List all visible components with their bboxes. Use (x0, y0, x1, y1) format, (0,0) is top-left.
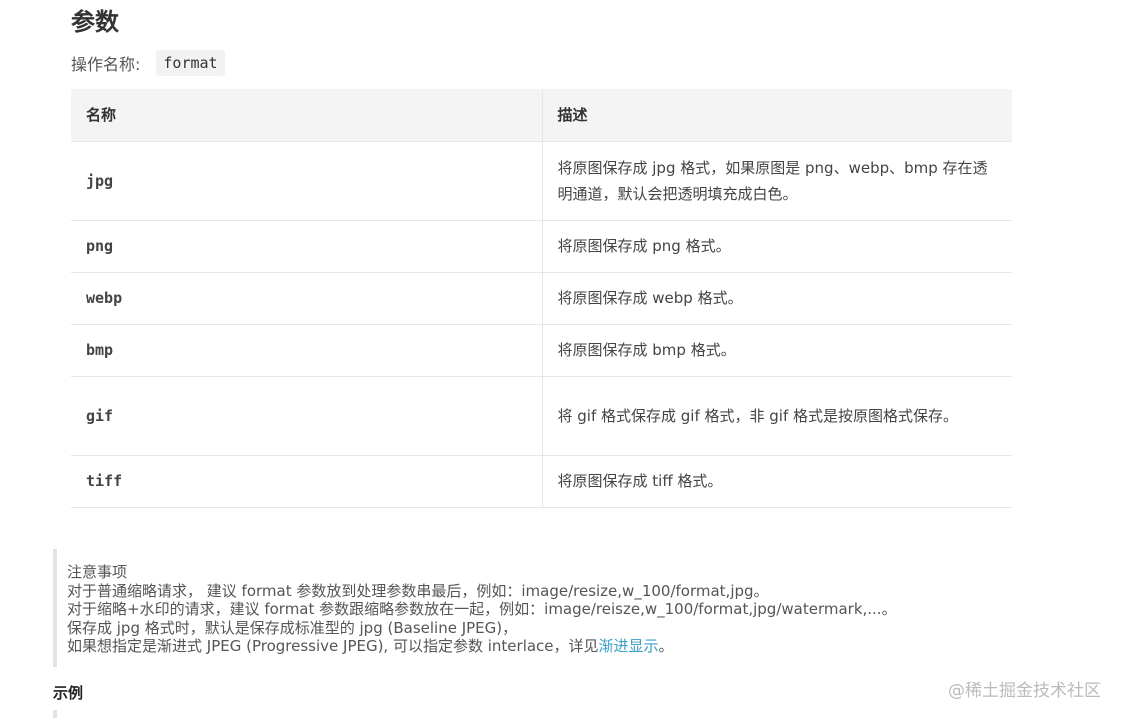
note-line-text: 如果想指定是渐进式 JPEG (Progressive JPEG), 可以指定参… (67, 637, 599, 655)
progressive-display-link[interactable]: 渐进显示 (599, 637, 659, 655)
note-line: 对于缩略+水印的请求，建议 format 参数跟缩略参数放在一起，例如：imag… (67, 600, 897, 618)
note-line: 如果想指定是渐进式 JPEG (Progressive JPEG), 可以指定参… (67, 637, 1013, 656)
operation-label: 操作名称: (71, 55, 141, 74)
table-row: webp 将原图保存成 webp 格式。 (71, 272, 1012, 325)
row-desc-cell: 将原图保存成 bmp 格式。 (542, 324, 1012, 377)
table-row: png 将原图保存成 png 格式。 (71, 220, 1012, 273)
row-desc-cell: 将 gif 格式保存成 gif 格式，非 gif 格式是按原图格式保存。 (542, 376, 1012, 456)
note-line: 保存成 jpg 格式时，默认是保存成标准型的 jpg (Baseline JPE… (67, 618, 518, 637)
row-desc-cell: 将原图保存成 png 格式。 (542, 220, 1012, 273)
note-blockquote: 注意事项 对于普通缩略请求， 建议 format 参数放到处理参数串最后，例如：… (53, 549, 1013, 667)
row-desc-cell: 将原图保存成 jpg 格式，如果原图是 png、webp、bmp 存在透明通道，… (542, 141, 1012, 221)
row-desc-cell: 将原图保存成 tiff 格式。 (542, 455, 1012, 508)
note-line-end: 。 (658, 637, 674, 655)
column-header-name: 名称 (71, 89, 543, 142)
example-title: 示例 (53, 684, 84, 702)
row-name-cell: tiff (71, 455, 543, 508)
column-header-desc: 描述 (542, 89, 1012, 142)
section-title: 参数 (71, 8, 119, 36)
table-row: gif 将 gif 格式保存成 gif 格式，非 gif 格式是按原图格式保存。 (71, 376, 1012, 456)
row-name-cell: gif (71, 376, 543, 456)
blockquote-border (53, 710, 57, 718)
operation-code: format (156, 50, 225, 76)
row-name-cell: webp (71, 272, 543, 325)
params-table: 名称 描述 jpg 将原图保存成 jpg 格式，如果原图是 png、webp、b… (71, 89, 1012, 508)
row-desc-cell: 将原图保存成 webp 格式。 (542, 272, 1012, 325)
row-name-cell: png (71, 220, 543, 273)
note-line: 对于普通缩略请求， 建议 format 参数放到处理参数串最后，例如：image… (67, 581, 769, 600)
table-row: tiff 将原图保存成 tiff 格式。 (71, 455, 1012, 508)
table-row: bmp 将原图保存成 bmp 格式。 (71, 324, 1012, 377)
row-name-cell: jpg (71, 141, 543, 221)
watermark-text: @稀土掘金技术社区 (948, 681, 1101, 701)
table-row: jpg 将原图保存成 jpg 格式，如果原图是 png、webp、bmp 存在透… (71, 141, 1012, 221)
note-title: 注意事项 (67, 563, 128, 581)
operation-row: 操作名称: format (71, 50, 225, 76)
row-name-cell: bmp (71, 324, 543, 377)
table-header-row: 名称 描述 (71, 89, 1012, 142)
